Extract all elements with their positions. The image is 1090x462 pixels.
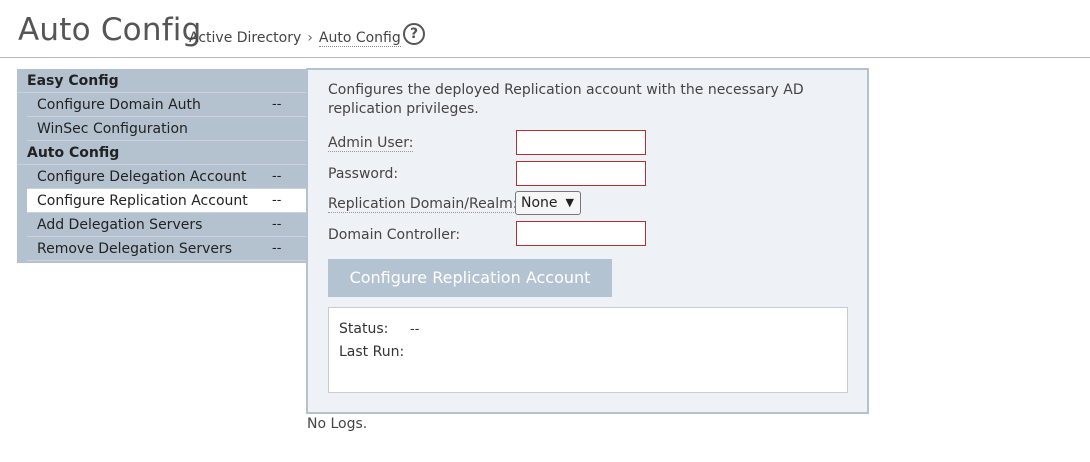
breadcrumb-active-directory[interactable]: Active Directory <box>189 30 301 46</box>
sidebar-item-label: WinSec Configuration <box>37 121 188 137</box>
sidebar-item-remove-delegation-servers[interactable]: Remove Delegation Servers -- <box>27 237 307 261</box>
sidebar-item-configure-domain-auth[interactable]: Configure Domain Auth -- <box>27 93 307 117</box>
sidebar-item-label: Remove Delegation Servers <box>37 241 233 257</box>
configure-replication-account-button[interactable]: Configure Replication Account <box>328 259 612 297</box>
breadcrumb-separator: › <box>307 30 313 46</box>
breadcrumb-auto-config[interactable]: Auto Config <box>318 30 401 47</box>
sidebar-item-label: Add Delegation Servers <box>37 217 203 233</box>
sidebar-group-auto-config: Auto Config <box>17 141 307 165</box>
domain-controller-input[interactable] <box>516 221 646 246</box>
no-logs-text: No Logs. <box>307 416 368 432</box>
question-circle-icon[interactable]: ? <box>403 23 425 45</box>
sidebar-item-status: -- <box>272 217 282 232</box>
page-header: Auto Config Active Directory › Auto Config… <box>0 0 1090 58</box>
sidebar-item-winsec-configuration[interactable]: WinSec Configuration <box>27 117 307 141</box>
sidebar-group-easy-config: Easy Config <box>17 69 307 93</box>
sidebar-item-label: Configure Domain Auth <box>37 97 201 113</box>
panel-description: Configures the deployed Replication acco… <box>328 82 804 117</box>
status-box: Status: -- Last Run: <box>328 307 848 393</box>
replication-realm-label: Replication Domain/Realm: <box>328 196 518 213</box>
config-panel: Configures the deployed Replication acco… <box>306 68 869 414</box>
password-input[interactable] <box>516 161 646 186</box>
page-title: Auto Config <box>18 12 202 48</box>
sidebar-item-status: -- <box>272 241 282 256</box>
breadcrumb: Active Directory › Auto Config <box>189 30 401 47</box>
sidebar-item-status: -- <box>272 169 282 184</box>
sidebar-item-status: -- <box>272 97 282 112</box>
chevron-down-icon: ▼ <box>565 196 574 209</box>
sidebar: Easy Config Configure Domain Auth -- Win… <box>17 69 307 263</box>
sidebar-item-status: -- <box>272 193 282 208</box>
sidebar-item-label: Configure Delegation Account <box>37 169 247 185</box>
status-value: -- <box>410 322 420 337</box>
sidebar-item-add-delegation-servers[interactable]: Add Delegation Servers -- <box>27 213 307 237</box>
admin-user-input[interactable] <box>516 130 646 155</box>
replication-realm-selected: None <box>521 195 558 211</box>
status-label: Status: <box>339 321 389 337</box>
admin-user-label: Admin User: <box>328 135 414 152</box>
sidebar-item-configure-delegation-account[interactable]: Configure Delegation Account -- <box>27 165 307 189</box>
replication-realm-select[interactable]: None ▼ <box>515 191 581 215</box>
domain-controller-label: Domain Controller: <box>328 227 461 243</box>
sidebar-item-label: Configure Replication Account <box>37 193 248 209</box>
password-label: Password: <box>328 166 399 182</box>
sidebar-item-configure-replication-account[interactable]: Configure Replication Account -- <box>27 189 307 213</box>
last-run-label: Last Run: <box>339 344 405 360</box>
